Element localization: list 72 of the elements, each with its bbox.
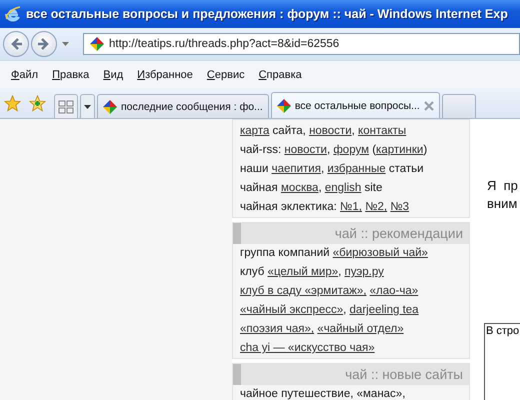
tab-list-button[interactable] — [80, 94, 95, 118]
section-heading: чай :: рекомендации — [233, 223, 469, 244]
sidebar-text: ) — [423, 144, 428, 156]
grid-icon — [58, 100, 74, 114]
forward-button[interactable] — [31, 31, 57, 57]
history-dropdown-icon[interactable] — [59, 42, 71, 46]
browser-tab[interactable]: последние сообщения : фо... — [97, 94, 269, 118]
menu-item[interactable]: Вид — [96, 68, 130, 80]
message-textarea[interactable]: В стро — [484, 323, 520, 400]
sidebar-text: , — [326, 144, 332, 156]
link[interactable]: форум — [333, 144, 369, 156]
menu-item[interactable]: Файл — [4, 68, 46, 80]
menu-item[interactable]: Сервис — [200, 68, 252, 80]
site-favicon-icon — [276, 98, 291, 112]
sidebar-text: ( — [371, 144, 376, 156]
link[interactable]: english — [324, 182, 362, 194]
link[interactable]: москва — [280, 182, 318, 194]
back-arrow-icon — [9, 37, 23, 51]
link[interactable]: darjeeling tea — [350, 304, 419, 316]
link[interactable]: «целый мир» — [268, 266, 338, 278]
sidebar-text: , — [318, 182, 323, 194]
link[interactable]: чаепития — [272, 163, 321, 175]
link[interactable]: новости — [309, 125, 352, 137]
sidebar-text: чайная эклектика: — [240, 201, 338, 213]
window-title: все остальные вопросы и предложения : форум :: чай - Windows Internet Exp — [26, 7, 508, 21]
link[interactable]: «чайный экспресс» — [240, 304, 344, 316]
link[interactable]: cha yi — «искусство чая» — [240, 342, 375, 354]
menu-item[interactable]: Избранное — [130, 68, 200, 80]
caret-icon — [84, 104, 91, 108]
browser-logo-icon — [4, 5, 22, 23]
browser-tab[interactable]: все остальные вопросы... — [270, 92, 440, 118]
new-tab-button[interactable] — [442, 94, 476, 118]
sidebar-text: , — [338, 266, 342, 278]
add-star-icon[interactable] — [29, 94, 46, 112]
link[interactable]: «чайный отдел» — [317, 323, 404, 335]
sidebar-text: группа компаний — [240, 247, 331, 259]
link[interactable]: «лао-ча» — [370, 285, 418, 297]
site-favicon-icon — [90, 37, 104, 51]
menu-item[interactable]: Правка — [45, 68, 96, 80]
sidebar-text: чайная — [240, 182, 279, 194]
sidebar-text: статьи — [388, 163, 424, 175]
close-icon[interactable] — [424, 100, 434, 110]
link[interactable]: «поэзия чая», — [240, 323, 314, 335]
address-field[interactable]: http://teatips.ru/threads.php?act=8&id=62556 — [83, 33, 520, 55]
sidebar-text: , — [320, 163, 326, 175]
link[interactable]: новости — [284, 144, 327, 156]
sidebar-text: , — [343, 304, 348, 316]
link[interactable]: «бирюзовый чай» — [332, 247, 428, 259]
sidebar-text: , — [352, 125, 356, 137]
site-favicon-icon — [103, 100, 117, 114]
sidebar-text: чайное путешествие, «манас», — [240, 388, 406, 400]
sidebar-text: клуб — [240, 266, 266, 278]
link[interactable]: №2, — [365, 201, 388, 213]
star-icon[interactable] — [4, 94, 21, 112]
paragraph-line: вним — [487, 195, 518, 213]
link[interactable]: №1, — [340, 201, 362, 213]
back-button[interactable] — [3, 31, 29, 57]
section-heading: чай :: новые сайты — [233, 364, 469, 385]
sidebar-text: наши — [240, 163, 270, 175]
link[interactable]: клуб в саду «эрмитаж», — [240, 285, 366, 297]
forward-arrow-icon — [37, 37, 51, 51]
link[interactable]: картинки — [376, 144, 424, 156]
paragraph-line: Я пр — [487, 177, 519, 195]
sidebar-text: site — [363, 182, 382, 194]
menu-item[interactable]: Справка — [252, 68, 309, 80]
link[interactable]: контакты — [358, 125, 406, 137]
link[interactable]: избранные — [327, 163, 386, 175]
sidebar-text: чай-rss: — [240, 144, 282, 156]
link[interactable]: №3 — [390, 201, 410, 213]
sidebar-text: сайта, — [272, 125, 307, 137]
link[interactable]: карта — [240, 125, 270, 137]
link[interactable]: пуэр.ру — [344, 266, 384, 278]
